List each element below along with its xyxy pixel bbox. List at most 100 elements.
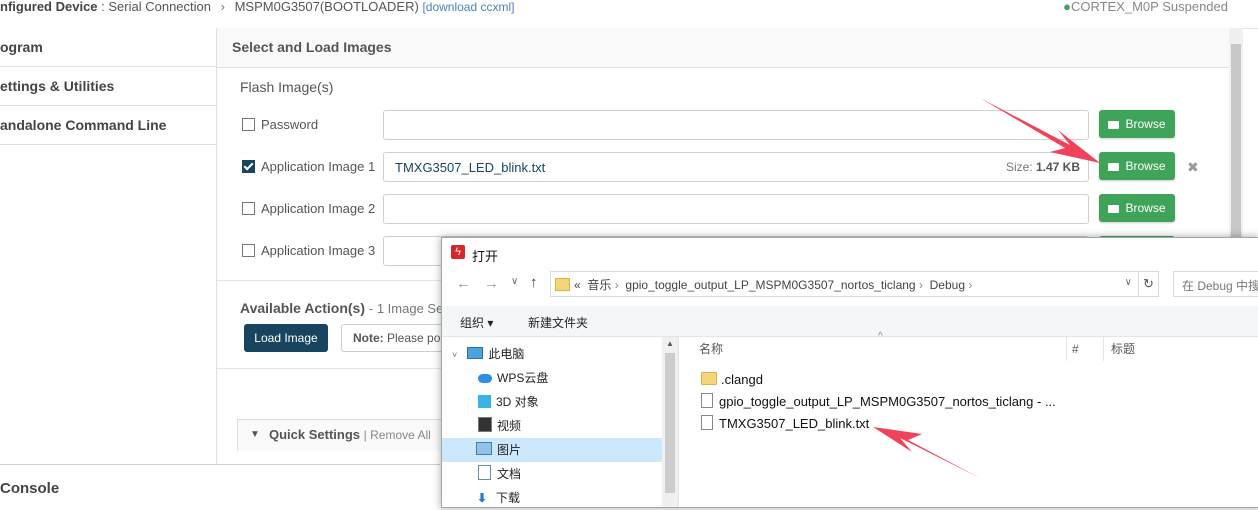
sidebar-item-program[interactable]: ogram [0,28,216,67]
top-bar: nfigured Device : Serial Connection › MS… [0,0,1258,29]
remove-all-link[interactable]: | Remove All [364,428,431,442]
back-arrow-icon[interactable]: ← [456,275,471,292]
browse-label: Browse [1125,159,1166,173]
file-item-led-blink[interactable]: TMXG3507_LED_blink.txt [701,413,869,435]
cloud-icon [478,374,492,383]
column-number[interactable]: # [1072,337,1079,361]
flash-heading: Flash Image(s) [240,79,334,95]
quick-settings-panel[interactable]: ▼ Quick Settings | Remove All [237,419,447,451]
file-item-clangd[interactable]: .clangd [701,369,763,391]
tree-item-downloads[interactable]: ⬇ 下载 [442,486,662,510]
sidebar-item-settings[interactable]: ettings & Utilities [0,67,216,106]
app-image-2-input[interactable] [383,194,1089,224]
tree-item-label: WPS云盘 [497,371,549,385]
chevron-right-icon: › [968,278,973,292]
tree-item-3d-objects[interactable]: 3D 对象 [442,390,662,414]
address-bar-row: ← → ∨ ↑ « 音乐 › gpio_toggle_output_LP_MSP… [442,270,1258,300]
recent-dropdown-icon[interactable]: ∨ [511,276,518,287]
sidebar-item-command-line[interactable]: andalone Command Line [0,106,216,145]
sidebar-item-label: ettings & Utilities [0,78,115,94]
sidebar: ogram ettings & Utilities andalone Comma… [0,28,217,464]
up-arrow-icon[interactable]: ↑ [530,274,538,291]
load-image-button[interactable]: Load Image [244,324,328,352]
tree-item-this-pc[interactable]: ˅ 此电脑 [442,342,662,366]
app-image-1-input[interactable]: TMXG3507_LED_blink.txt Size: 1.47 KB [383,152,1089,182]
folder-icon [701,372,717,385]
new-folder-button[interactable]: 新建文件夹 [528,314,588,331]
chevron-right-icon: › [614,278,619,292]
app-image-3-checkbox[interactable] [242,244,255,257]
tree-item-documents[interactable]: 文档 [442,462,662,486]
cube-icon [478,395,491,408]
app-image-1-checkbox-row[interactable]: Application Image 1 [242,159,375,174]
app-image-2-checkbox-row[interactable]: Application Image 2 [242,201,375,216]
address-bar[interactable]: « 音乐 › gpio_toggle_output_LP_MSPM0G3507_… [550,271,1139,297]
caret-down-icon: ▼ [250,429,260,440]
sidebar-item-label: andalone Command Line [0,117,167,133]
scroll-up-icon[interactable]: ▲ [666,339,674,348]
tree-item-label: 此电脑 [488,347,525,361]
app-image-2-browse-button[interactable]: Browse [1099,194,1175,222]
app-image-1-checkbox[interactable] [242,160,255,173]
file-item-project[interactable]: gpio_toggle_output_LP_MSPM0G3507_nortos_… [701,391,1056,413]
path-segment[interactable]: Debug [930,278,965,292]
download-ccxml-link[interactable]: [download ccxml] [422,0,514,14]
video-icon [478,417,492,432]
scrollbar-thumb[interactable] [1231,44,1241,254]
console-panel: Console [0,464,440,507]
size-label: Size: [1005,160,1033,174]
breadcrumb: nfigured Device : Serial Connection › MS… [0,0,514,14]
password-checkbox[interactable] [242,118,255,131]
breadcrumb-path: « 音乐 › gpio_toggle_output_LP_MSPM0G3507_… [574,276,972,293]
refresh-icon[interactable]: ↻ [1139,271,1159,297]
note-text: Please po [387,331,441,345]
forward-arrow-icon[interactable]: → [484,275,499,292]
target-status: ●CORTEX_M0P Suspended [1063,0,1228,14]
app-image-2-checkbox[interactable] [242,202,255,215]
app-icon: ϟ [451,245,465,259]
app-image-1-browse-button[interactable]: Browse [1099,152,1175,180]
tree-item-pictures[interactable]: 图片 [442,438,662,462]
drive-icon [1108,205,1120,213]
connection-text: : Serial Connection [101,0,211,14]
column-title[interactable]: 标题 [1111,337,1135,361]
file-name: TMXG3507_LED_blink.txt [719,416,870,431]
column-divider[interactable] [1103,337,1104,361]
status-text: CORTEX_M0P Suspended [1070,0,1228,14]
column-name[interactable]: 名称 [699,337,723,361]
chevron-down-icon[interactable]: ˅ [452,343,460,367]
path-segment[interactable]: 音乐 [587,278,611,292]
file-icon [701,393,713,408]
tree-scrollbar[interactable]: ▲ [662,337,678,507]
path-segment[interactable]: gpio_toggle_output_LP_MSPM0G3507_nortos_… [625,278,915,292]
sidebar-item-label: ogram [0,39,43,55]
organize-menu[interactable]: 组织 ▾ [460,314,493,331]
folder-icon [555,278,570,291]
section-title: Select and Load Images [232,39,392,55]
browse-label: Browse [1125,117,1166,131]
tree-item-videos[interactable]: 视频 [442,414,662,438]
app-image-2-label: Application Image 2 [261,201,376,216]
file-name: .clangd [721,372,763,387]
drive-icon [1108,121,1120,129]
actions-title: Available Action(s) [240,300,365,316]
password-input[interactable] [383,110,1089,140]
app-image-3-checkbox-row[interactable]: Application Image 3 [242,243,375,258]
path-prefix: « [574,278,581,292]
console-title: Console [0,480,60,497]
search-input[interactable]: 在 Debug 中搜 [1173,271,1258,297]
password-browse-button[interactable]: Browse [1099,110,1175,138]
tree-scrollbar-thumb[interactable] [665,353,675,493]
picture-icon [476,442,492,455]
remove-image-icon[interactable]: ✖ [1187,159,1199,176]
tree-item-label: 3D 对象 [496,395,539,409]
tree-item-wps-cloud[interactable]: WPS云盘 [442,366,662,390]
quick-settings-title: Quick Settings | Remove All [269,427,431,442]
password-checkbox-row[interactable]: Password [242,117,318,132]
column-divider[interactable] [1066,337,1067,361]
section-header: Select and Load Images [217,28,1229,68]
password-label: Password [261,117,319,132]
note-label: Note: [353,331,384,345]
path-dropdown-icon[interactable]: ∨ [1125,277,1132,288]
sort-up-icon: ^ [878,331,883,342]
